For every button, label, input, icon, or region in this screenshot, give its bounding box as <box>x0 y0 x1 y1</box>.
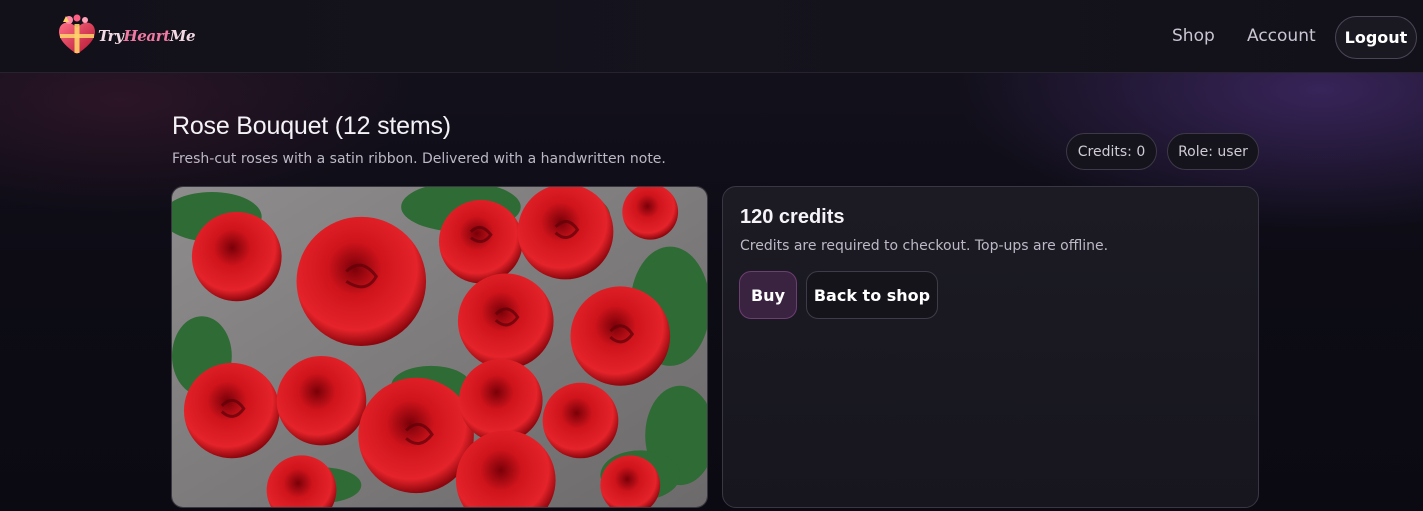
top-navigation-bar: TryHeartMe Shop Account Logout <box>0 0 1423 73</box>
brand-wordmark: TryHeartMe <box>98 27 196 45</box>
product-image <box>171 186 708 508</box>
logout-button[interactable]: Logout <box>1335 16 1417 59</box>
checkout-note: Credits are required to checkout. Top-up… <box>740 238 1109 254</box>
red-roses-photo <box>172 187 707 507</box>
nav-link-shop[interactable]: Shop <box>1172 26 1215 46</box>
role-badge: Role: user <box>1167 133 1259 170</box>
purchase-panel: 120 credits Credits are required to chec… <box>722 186 1259 508</box>
brand-logo[interactable]: TryHeartMe <box>54 12 196 58</box>
price-label: 120 credits <box>740 206 845 228</box>
product-description: Fresh-cut roses with a satin ribbon. Del… <box>172 151 666 167</box>
credits-badge: Credits: 0 <box>1066 133 1157 170</box>
buy-button[interactable]: Buy <box>739 271 797 319</box>
back-to-shop-button[interactable]: Back to shop <box>806 271 938 319</box>
gift-heart-icon <box>58 14 96 54</box>
nav-link-account[interactable]: Account <box>1247 26 1316 46</box>
product-title: Rose Bouquet (12 stems) <box>172 112 451 140</box>
